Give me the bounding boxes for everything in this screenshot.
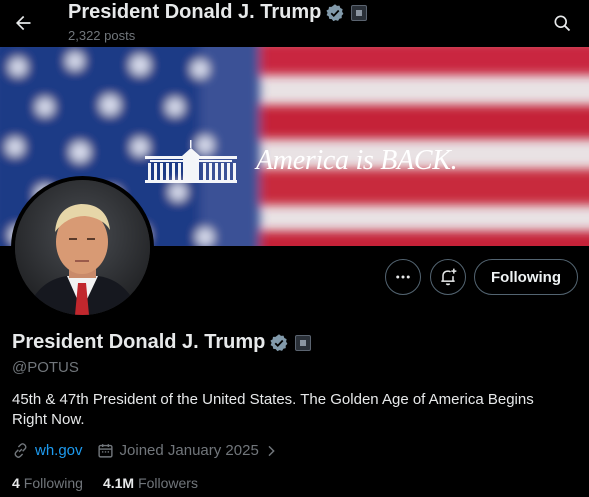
notifications-button[interactable] [430,259,466,295]
bell-plus-icon [441,268,457,286]
website-link[interactable]: wh.gov [35,442,83,459]
link-icon [14,443,27,458]
joined-item[interactable]: Joined January 2025 [97,442,279,459]
header-title: President Donald J. Trump [68,1,368,24]
arrow-left-icon [16,15,31,31]
verified-badge-icon[interactable] [269,333,289,353]
profile-name-text: President Donald J. Trump [12,331,266,353]
following-button[interactable]: Following [474,259,578,295]
profile-bio: 45th & 47th President of the United Stat… [12,391,534,428]
calendar-icon [97,444,113,458]
profile-stats: 4 Following 4.1M Followers [12,475,198,491]
followers-count-link[interactable]: 4.1M Followers [103,475,198,491]
following-label: Following [23,475,83,491]
government-badge-icon[interactable] [295,334,312,351]
search-button[interactable] [545,6,579,40]
joined-date: Joined January 2025 [119,442,259,459]
header-title-text: President Donald J. Trump [68,1,322,23]
followers-count: 4.1M [102,475,135,491]
back-button[interactable] [6,6,40,40]
banner-slogan: America is BACK. [256,145,458,176]
more-options-button[interactable] [385,259,421,295]
followers-label: Followers [138,475,198,491]
profile-name: President Donald J. Trump [12,331,312,354]
following-count-link[interactable]: 4 Following [12,475,83,491]
profile-handle: @POTUS [12,359,79,376]
website-item: wh.gov [12,442,83,459]
profile-meta: wh.gov Joined January 2025 [12,442,279,459]
more-icon [396,275,410,279]
verified-badge-icon [326,3,344,21]
post-count: 2,322 posts [68,28,136,43]
search-icon [554,15,571,32]
profile-photo [15,180,150,315]
avatar[interactable] [11,176,154,319]
chevron-right-icon [268,445,275,456]
profile-header-bar: President Donald J. Trump 2,322 posts [0,0,589,47]
government-badge-icon [351,4,368,21]
following-count: 4 [12,475,20,491]
